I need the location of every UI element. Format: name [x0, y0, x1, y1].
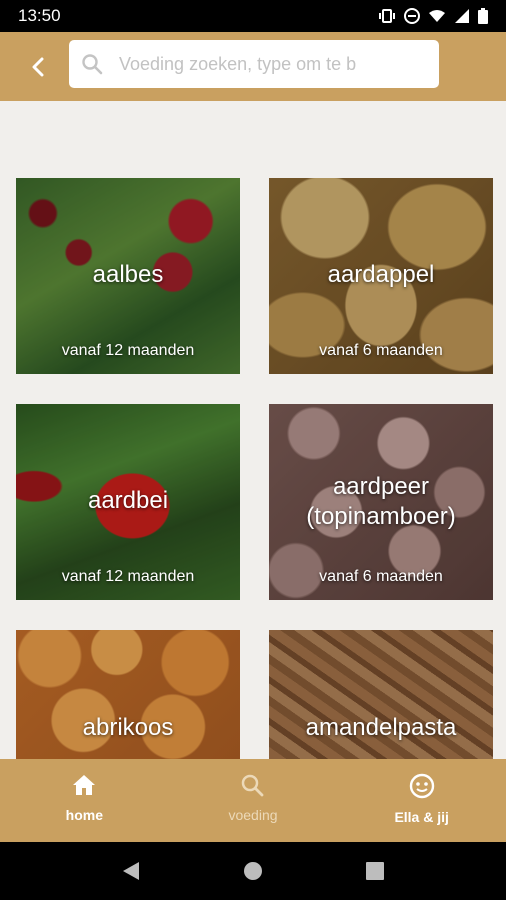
food-tile-abrikoos[interactable]: abrikoos [16, 630, 240, 759]
status-icons [378, 8, 488, 24]
search-icon [241, 774, 264, 797]
food-age: vanaf 6 maanden [319, 568, 443, 585]
circle-home-icon [244, 862, 262, 880]
food-title: abrikoos [82, 714, 174, 741]
food-tile-amandelpasta[interactable]: amandelpasta [269, 630, 493, 759]
food-title: aardappel [327, 261, 435, 288]
bottom-nav: home voeding Ella & jij [0, 759, 506, 842]
nav-ella-en-jij[interactable]: Ella & jij [337, 759, 506, 842]
food-title: aardpeer (topinamboer) [306, 473, 456, 530]
status-bar: 13:50 [0, 0, 506, 32]
search-icon [82, 54, 103, 75]
nav-ella-label: Ella & jij [394, 809, 449, 825]
system-home-button[interactable] [233, 851, 273, 891]
chevron-left-icon [32, 57, 44, 77]
vibrate-icon [378, 9, 396, 23]
triangle-back-icon [123, 862, 139, 880]
food-age: vanaf 6 maanden [319, 342, 443, 359]
face-icon [409, 773, 434, 799]
food-tile-aalbes[interactable]: aalbes vanaf 12 maanden [16, 178, 240, 374]
search-box[interactable] [69, 40, 439, 88]
food-title: amandelpasta [305, 714, 457, 741]
system-nav-bar [0, 842, 506, 900]
nav-voeding-label: voeding [228, 807, 278, 823]
food-tile-aardpeer[interactable]: aardpeer (topinamboer) vanaf 6 maanden [269, 404, 493, 600]
food-tile-aardappel[interactable]: aardappel vanaf 6 maanden [269, 178, 493, 374]
food-title: aardbei [87, 487, 169, 514]
nav-home[interactable]: home [0, 759, 169, 842]
nav-voeding[interactable]: voeding [169, 759, 338, 842]
back-button[interactable] [20, 52, 56, 82]
battery-icon [478, 8, 488, 24]
wifi-icon [428, 9, 446, 23]
square-recents-icon [366, 862, 384, 880]
system-recents-button[interactable] [355, 851, 395, 891]
food-grid: aalbes vanaf 12 maanden aardappel vanaf … [0, 101, 506, 759]
food-age: vanaf 12 maanden [61, 342, 195, 359]
status-time: 13:50 [18, 6, 61, 25]
food-tile-aardbei[interactable]: aardbei vanaf 12 maanden [16, 404, 240, 600]
system-back-button[interactable] [111, 851, 151, 891]
food-age: vanaf 12 maanden [61, 568, 195, 585]
home-icon [73, 775, 96, 795]
signal-icon [454, 8, 470, 24]
search-input[interactable] [117, 52, 431, 76]
do-not-disturb-icon [404, 8, 420, 24]
app-bar [0, 32, 506, 101]
food-title: aalbes [92, 261, 164, 288]
nav-home-label: home [65, 807, 103, 823]
